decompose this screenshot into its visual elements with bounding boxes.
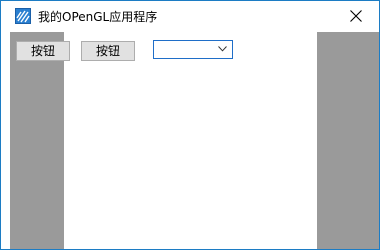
close-button[interactable]	[333, 1, 379, 32]
button-2[interactable]: 按钮	[81, 41, 135, 61]
right-side-panel	[317, 32, 379, 249]
window-title: 我的OPenGL应用程序	[38, 10, 158, 24]
chevron-down-icon	[218, 46, 227, 52]
close-icon	[350, 10, 362, 22]
combo-box[interactable]	[153, 40, 233, 59]
button-1[interactable]: 按钮	[16, 41, 70, 61]
left-side-panel	[10, 32, 64, 249]
opengl-client-area[interactable]: 按钮 按钮	[1, 32, 379, 249]
app-icon	[15, 8, 31, 24]
title-bar[interactable]: 我的OPenGL应用程序	[1, 1, 379, 32]
app-window: 我的OPenGL应用程序 按钮 按钮	[0, 0, 380, 250]
